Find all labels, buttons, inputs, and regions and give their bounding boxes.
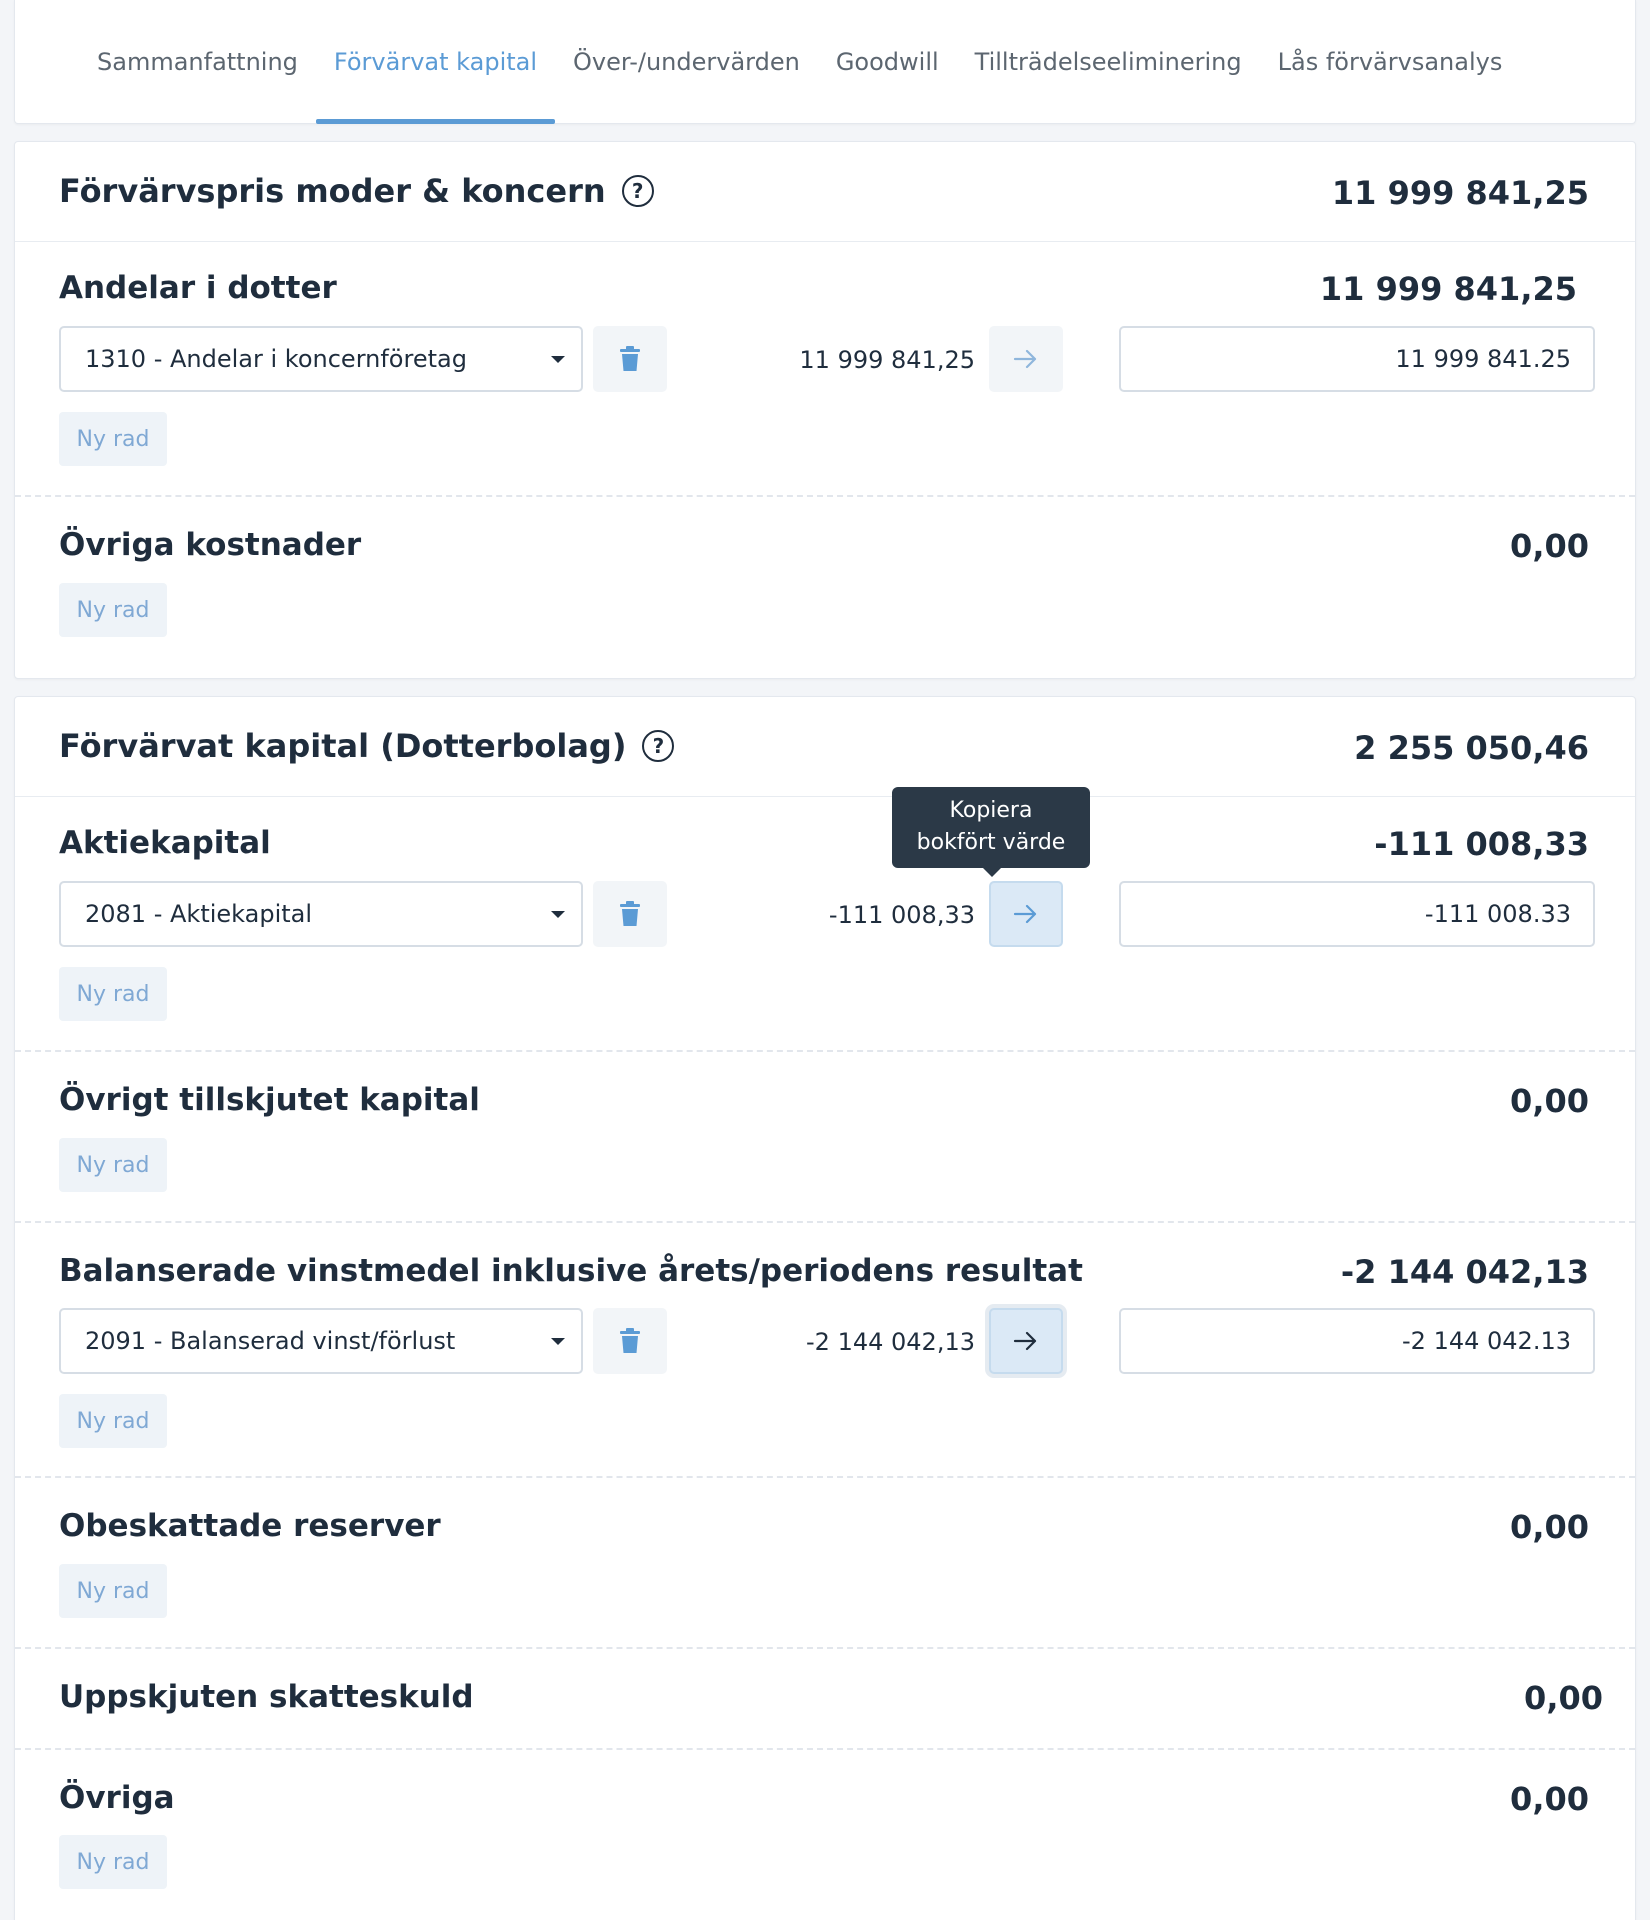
caret-down-icon: [551, 356, 565, 363]
shares-value-input[interactable]: 11 999 841.25: [1119, 326, 1595, 392]
copy-booked-value-tooltip: Kopiera bokfört värde: [892, 787, 1090, 877]
other-costs-title: Övriga kostnader: [59, 527, 362, 563]
retained-copy-button[interactable]: [989, 1308, 1063, 1374]
other-costs-amount: 0,00: [1510, 527, 1589, 565]
retained-delete-button[interactable]: [593, 1308, 667, 1374]
tab-las-forvarvsanalys[interactable]: Lås förvärvsanalys: [1260, 0, 1521, 124]
other-contributed-new-row-button[interactable]: Ny rad: [59, 1138, 167, 1192]
trash-icon: [620, 346, 640, 371]
acquired-total: 2 255 050,46: [1354, 729, 1589, 767]
shares-delete-button[interactable]: [593, 326, 667, 392]
acquired-title: Förvärvat kapital (Dotterbolag) ?: [59, 727, 675, 765]
arrow-right-icon: [1013, 349, 1037, 369]
tab-forvarvat-kapital[interactable]: Förvärvat kapital: [315, 0, 556, 124]
shares-copy-button[interactable]: [989, 326, 1063, 392]
share-capital-value-input[interactable]: -111 008.33: [1119, 881, 1595, 947]
trash-icon: [620, 1328, 640, 1353]
other-new-row-button[interactable]: Ny rad: [59, 1835, 167, 1889]
purchase-price-card: Förvärvspris moder & koncern ? 11 999 84…: [14, 141, 1636, 679]
tab-sammanfattning[interactable]: Sammanfattning: [79, 0, 316, 124]
divider: [15, 1748, 1635, 1750]
acquired-title-text: Förvärvat kapital (Dotterbolag): [59, 727, 627, 765]
purchase-title-text: Förvärvspris moder & koncern: [59, 172, 606, 210]
other-contributed-amount: 0,00: [1510, 1082, 1589, 1120]
share-capital-delete-button[interactable]: [593, 881, 667, 947]
purchase-total: 11 999 841,25: [1331, 174, 1589, 212]
tab-tilltradelseeliminering[interactable]: Tillträdelseeliminering: [957, 0, 1260, 124]
share-capital-copy-button[interactable]: [989, 881, 1063, 947]
acquired-header: Förvärvat kapital (Dotterbolag) ? 2 255 …: [15, 697, 1635, 797]
retained-booked-value: -2 144 042,13: [806, 1328, 975, 1356]
tab-goodwill[interactable]: Goodwill: [818, 0, 957, 124]
untaxed-amount: 0,00: [1510, 1508, 1589, 1546]
page: Sammanfattning Förvärvat kapital Över-/u…: [0, 0, 1650, 1920]
help-icon[interactable]: ?: [642, 730, 675, 762]
untaxed-title: Obeskattade reserver: [59, 1508, 441, 1544]
arrow-right-icon: [1013, 1331, 1037, 1351]
tooltip-line-2: bokfört värde: [916, 830, 1066, 855]
caret-down-icon: [551, 1338, 565, 1345]
divider: [15, 1050, 1635, 1052]
divider: [15, 1221, 1635, 1223]
help-icon[interactable]: ?: [621, 175, 654, 207]
purchase-title: Förvärvspris moder & koncern ?: [59, 172, 654, 210]
purchase-header: Förvärvspris moder & koncern ? 11 999 84…: [15, 142, 1635, 242]
retained-account-value: 2091 - Balanserad vinst/förlust: [85, 1327, 456, 1355]
shares-booked-value: 11 999 841,25: [799, 346, 975, 374]
share-capital-new-row-button[interactable]: Ny rad: [59, 967, 167, 1021]
arrow-right-icon: [1013, 904, 1037, 924]
divider: [15, 1647, 1635, 1649]
divider: [15, 495, 1635, 497]
shares-new-row-button[interactable]: Ny rad: [59, 412, 167, 466]
divider: [15, 1476, 1635, 1478]
share-capital-amount: -111 008,33: [1374, 825, 1589, 863]
retained-account-select[interactable]: 2091 - Balanserad vinst/förlust: [59, 1308, 583, 1374]
deferred-tax-amount: 0,00: [1524, 1679, 1603, 1717]
other-amount: 0,00: [1510, 1780, 1589, 1818]
share-capital-booked-value: -111 008,33: [828, 901, 975, 929]
shares-amount: 11 999 841,25: [1319, 270, 1577, 308]
tab-list: Sammanfattning Förvärvat kapital Över-/u…: [15, 0, 1520, 124]
shares-title: Andelar i dotter: [59, 270, 337, 306]
tooltip-line-1: Kopiera: [949, 798, 1033, 823]
tab-over-undervarden[interactable]: Över-/undervärden: [555, 0, 818, 124]
tabs-card: Sammanfattning Förvärvat kapital Över-/u…: [14, 0, 1636, 124]
deferred-tax-title: Uppskjuten skatteskuld: [59, 1679, 474, 1715]
retained-title: Balanserade vinstmedel inklusive årets/p…: [59, 1253, 1083, 1289]
trash-icon: [620, 901, 640, 926]
caret-down-icon: [551, 911, 565, 918]
acquired-capital-card: Förvärvat kapital (Dotterbolag) ? 2 255 …: [14, 696, 1636, 1920]
share-capital-title: Aktiekapital: [59, 825, 271, 861]
retained-amount: -2 144 042,13: [1340, 1253, 1589, 1291]
other-costs-new-row-button[interactable]: Ny rad: [59, 583, 167, 637]
other-title: Övriga: [59, 1780, 175, 1816]
shares-account-value: 1310 - Andelar i koncernföretag: [85, 345, 467, 373]
retained-new-row-button[interactable]: Ny rad: [59, 1394, 167, 1448]
share-capital-account-select[interactable]: 2081 - Aktiekapital: [59, 881, 583, 947]
share-capital-account-value: 2081 - Aktiekapital: [85, 900, 313, 928]
retained-value-input[interactable]: -2 144 042.13: [1119, 1308, 1595, 1374]
untaxed-new-row-button[interactable]: Ny rad: [59, 1564, 167, 1618]
shares-account-select[interactable]: 1310 - Andelar i koncernföretag: [59, 326, 583, 392]
other-contributed-title: Övrigt tillskjutet kapital: [59, 1082, 480, 1118]
